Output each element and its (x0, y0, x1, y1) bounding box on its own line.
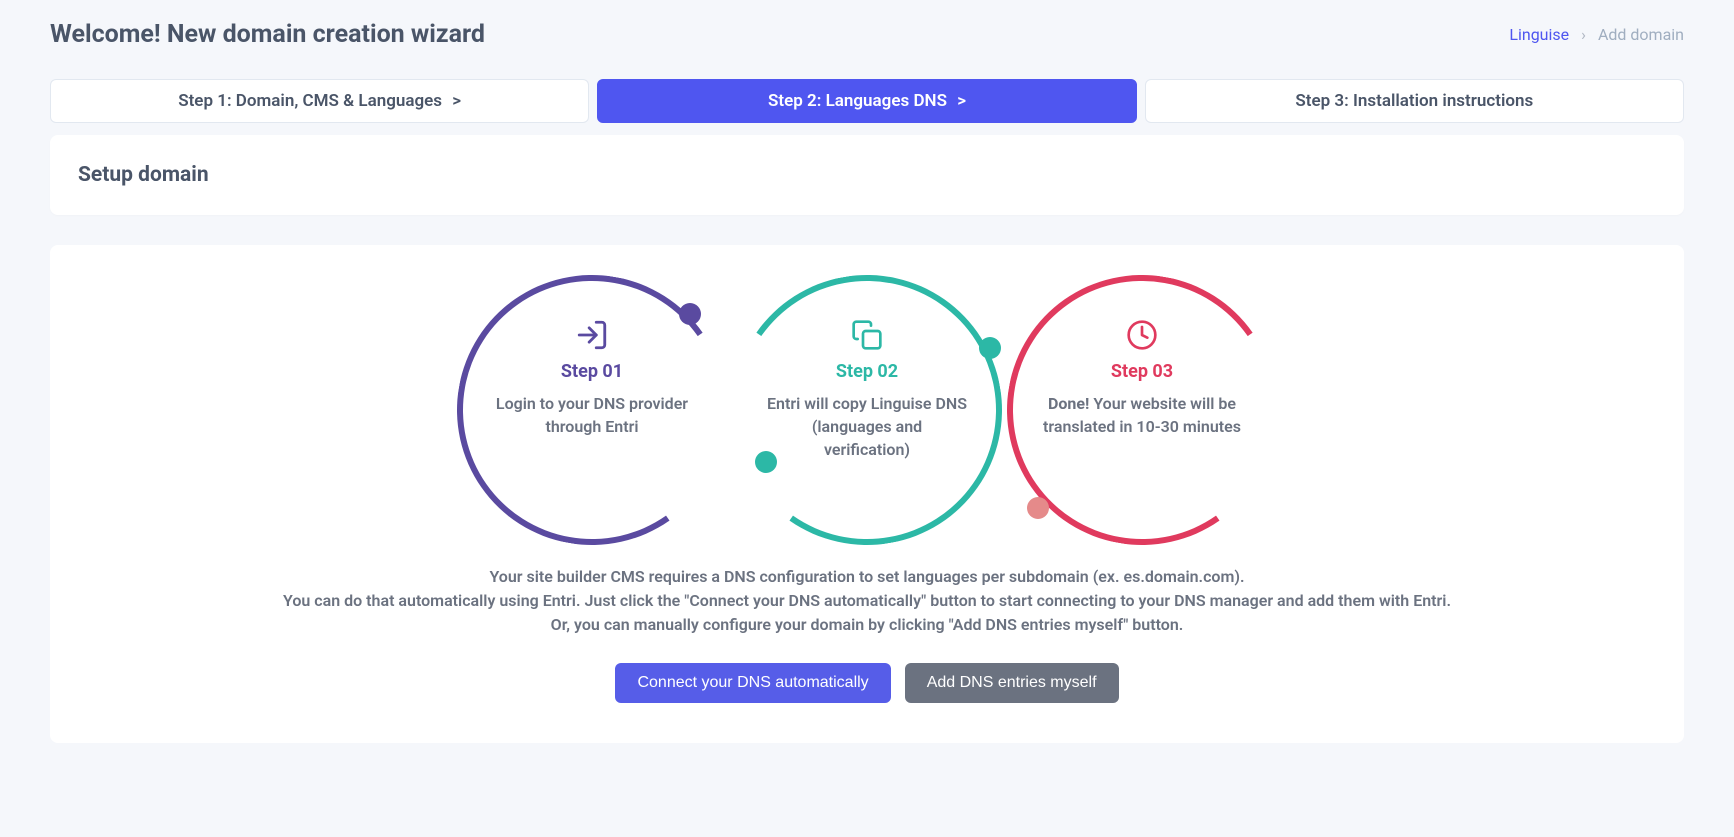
step-tab-2-label: Step 2: Languages DNS (768, 91, 947, 111)
diagram-step-3-desc: Done! Your website will be translated in… (1042, 392, 1242, 438)
step-tab-3[interactable]: Step 3: Installation instructions (1145, 79, 1684, 123)
breadcrumb-root-link[interactable]: Linguise (1509, 25, 1569, 44)
chevron-right-icon: › (1581, 25, 1586, 44)
diagram-step-3-label: Step 03 (1042, 361, 1242, 382)
diagram-step-2-label: Step 02 (767, 361, 967, 382)
steps-diagram: Step 01 Login to your DNS provider throu… (457, 275, 1277, 545)
step-tab-3-label: Step 3: Installation instructions (1295, 91, 1533, 111)
diagram-step-1-desc: Login to your DNS provider through Entri (492, 392, 692, 438)
chevron-right-icon: > (452, 91, 461, 111)
step-tab-2[interactable]: Step 2: Languages DNS > (597, 79, 1136, 123)
setup-card-title: Setup domain (78, 163, 1656, 187)
explain-line-1: Your site builder CMS requires a DNS con… (80, 565, 1654, 589)
diagram-step-1: Step 01 Login to your DNS provider throu… (492, 315, 692, 438)
step-tab-1[interactable]: Step 1: Domain, CMS & Languages > (50, 79, 589, 123)
page-title: Welcome! New domain creation wizard (50, 20, 485, 49)
diagram-step-2: Step 02 Entri will copy Linguise DNS (la… (767, 315, 967, 462)
chevron-right-icon: > (957, 91, 966, 111)
explain-line-2: You can do that automatically using Entr… (80, 589, 1654, 613)
connect-dns-button[interactable]: Connect your DNS automatically (615, 663, 890, 703)
dot-icon (1027, 497, 1049, 519)
diagram-step-2-desc: Entri will copy Linguise DNS (languages … (767, 392, 967, 462)
diagram-step-1-label: Step 01 (492, 361, 692, 382)
wizard-steps: Step 1: Domain, CMS & Languages > Step 2… (50, 79, 1684, 123)
diagram-step-3: Step 03 Done! Your website will be trans… (1042, 315, 1242, 438)
setup-card: Setup domain (50, 135, 1684, 215)
dot-icon (979, 337, 1001, 359)
breadcrumb: Linguise › Add domain (1509, 25, 1684, 44)
copy-icon (767, 315, 967, 355)
step-tab-1-label: Step 1: Domain, CMS & Languages (178, 91, 442, 111)
clock-icon (1042, 315, 1242, 355)
login-icon (492, 315, 692, 355)
explain-text: Your site builder CMS requires a DNS con… (80, 565, 1654, 637)
add-dns-manual-button[interactable]: Add DNS entries myself (905, 663, 1119, 703)
main-card: Step 01 Login to your DNS provider throu… (50, 245, 1684, 743)
explain-line-3: Or, you can manually configure your doma… (80, 613, 1654, 637)
breadcrumb-current: Add domain (1598, 25, 1684, 44)
